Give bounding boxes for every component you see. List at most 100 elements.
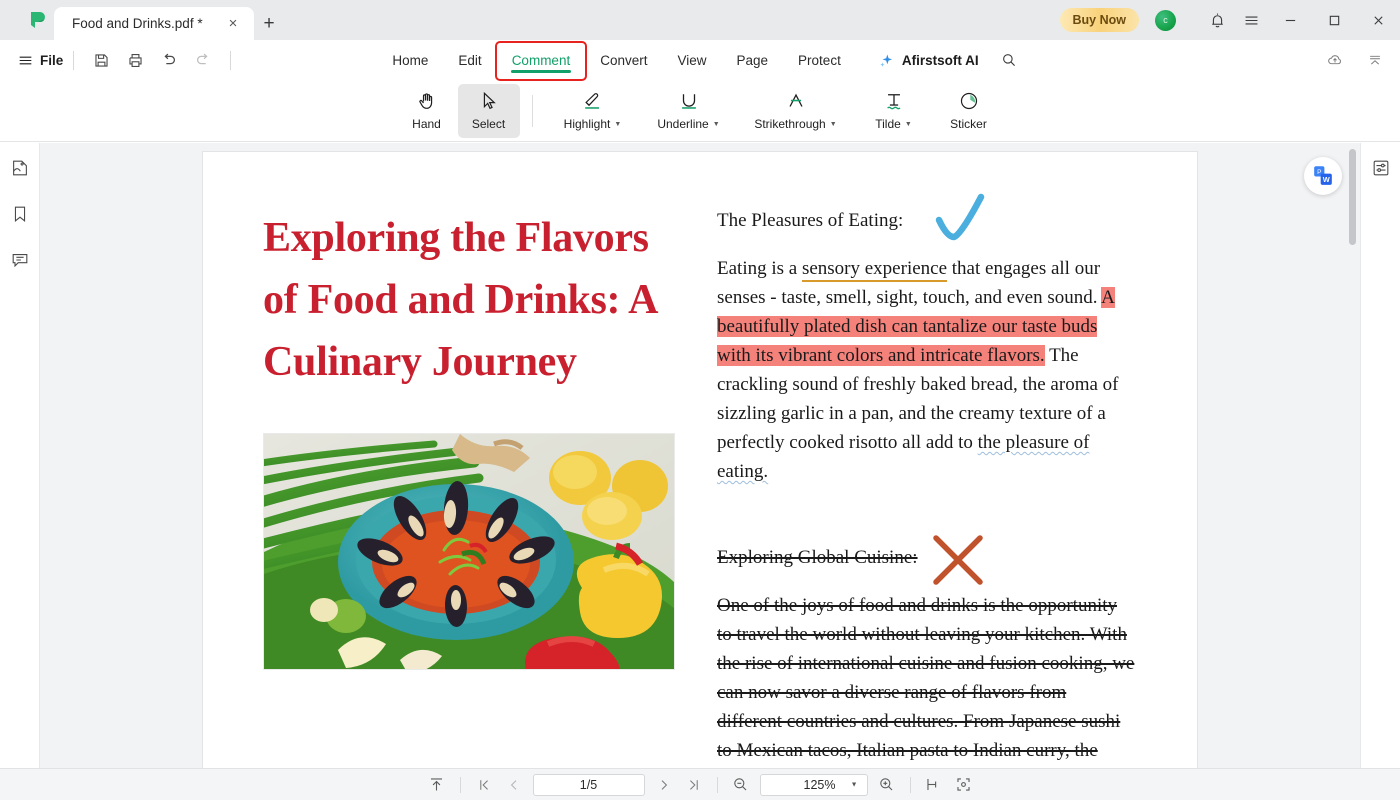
chevron-down-icon[interactable]: ▼ — [839, 781, 858, 788]
section-paragraph-1: Eating is a sensory experience that enga… — [717, 254, 1135, 487]
svg-text:W: W — [1323, 175, 1330, 184]
svg-text:P: P — [1317, 169, 1321, 176]
status-bar: 1/5 125% ▼ — [0, 768, 1400, 800]
fullscreen-button[interactable] — [949, 773, 979, 797]
comment-toolbar: Hand Select Highlight ▼ Underline ▼ Stri… — [0, 80, 1400, 142]
pdf-to-word-icon: P W — [1314, 166, 1332, 185]
page-number-input[interactable]: 1/5 — [532, 773, 645, 796]
collapse-ribbon-icon[interactable] — [1358, 45, 1392, 75]
section-paragraph-2: One of the joys of food and drinks is th… — [717, 594, 1135, 761]
tool-sticker[interactable]: Sticker — [933, 84, 1005, 138]
tab-home[interactable]: Home — [377, 40, 443, 80]
zoom-level-select[interactable]: 125% ▼ — [759, 773, 868, 796]
close-window-button[interactable] — [1356, 0, 1400, 40]
tool-select-label: Select — [471, 117, 506, 131]
menubar-right-controls — [1318, 40, 1392, 80]
fit-width-button[interactable] — [919, 773, 949, 797]
comments-panel-icon[interactable] — [7, 247, 33, 273]
search-icon[interactable] — [995, 45, 1023, 75]
tool-strikethrough[interactable]: Strikethrough ▼ — [737, 84, 855, 138]
tool-sticker-label: Sticker — [950, 117, 987, 131]
window-controls: Buy Now c — [1059, 0, 1400, 40]
divider — [531, 94, 533, 127]
cloud-upload-icon[interactable] — [1318, 45, 1352, 75]
notification-bell-icon[interactable] — [1200, 0, 1234, 40]
section-heading-2: Exploring Global Cuisine: — [717, 547, 918, 568]
close-tab-icon[interactable]: × — [224, 15, 242, 33]
sticker-icon — [960, 92, 977, 110]
afirstsoft-ai-button[interactable]: Afirstsoft AI — [856, 52, 989, 69]
label-text: Strikethrough — [754, 117, 826, 131]
tool-underline-label: Underline ▼ — [657, 117, 719, 131]
zoom-in-button[interactable] — [872, 773, 902, 797]
cursor-icon — [483, 91, 496, 110]
afirstsoft-ai-label: Afirstsoft AI — [901, 52, 979, 68]
document-title: Exploring the Flavors of Food and Drinks… — [263, 215, 656, 386]
section-heading-1: The Pleasures of Eating: — [717, 210, 904, 231]
tool-tilde-label: Tilde ▼ — [875, 117, 912, 131]
bookmarks-panel-icon[interactable] — [7, 201, 33, 227]
title-bar: Food and Drinks.pdf * × + Buy Now c — [0, 0, 1400, 40]
left-sidebar — [0, 143, 40, 768]
para1-part-a: Eating is a — [717, 257, 802, 279]
last-page-button[interactable] — [679, 773, 709, 797]
zoom-out-button[interactable] — [726, 773, 756, 797]
tab-edit[interactable]: Edit — [443, 40, 496, 80]
thumbnails-panel-icon[interactable] — [7, 155, 33, 181]
document-tab[interactable]: Food and Drinks.pdf * × — [54, 7, 254, 40]
label-text: Tilde — [875, 117, 901, 131]
main-menu-icon[interactable] — [1234, 0, 1268, 40]
food-photo — [263, 433, 675, 671]
tab-view[interactable]: View — [662, 40, 721, 80]
first-page-button[interactable] — [469, 773, 499, 797]
tool-select[interactable]: Select — [457, 83, 520, 138]
chevron-down-icon[interactable]: ▼ — [713, 121, 720, 128]
tool-hand[interactable]: Hand — [396, 84, 458, 138]
avatar[interactable]: c — [1155, 9, 1176, 31]
page-right-column: The Pleasures of Eating: Eating is a sen… — [717, 193, 1135, 768]
tab-title: Food and Drinks.pdf * — [72, 16, 203, 31]
buy-now-button[interactable]: Buy Now — [1059, 8, 1139, 32]
maximize-button[interactable] — [1312, 0, 1356, 40]
tilde-icon — [886, 94, 900, 110]
divider — [459, 776, 461, 793]
hand-icon — [418, 93, 432, 109]
scrollbar-thumb[interactable] — [1349, 149, 1356, 245]
tool-hand-label: Hand — [412, 117, 441, 131]
highlight-icon — [584, 93, 599, 109]
divider — [909, 776, 911, 793]
ribbon-tabs: Home Edit Comment Convert View Page Prot… — [0, 40, 1400, 81]
new-tab-icon[interactable]: + — [254, 7, 284, 40]
strikethrough-icon — [788, 93, 803, 107]
chevron-down-icon[interactable]: ▼ — [614, 121, 621, 128]
previous-page-button[interactable] — [499, 773, 529, 797]
tool-underline[interactable]: Underline ▼ — [641, 84, 737, 138]
underline-icon — [681, 94, 696, 109]
tab-protect[interactable]: Protect — [783, 40, 856, 80]
chevron-down-icon[interactable]: ▼ — [830, 121, 837, 128]
app-logo-icon — [22, 0, 54, 40]
section-2: Exploring Global Cuisine: One of the joy… — [717, 535, 1135, 768]
divider — [716, 776, 718, 793]
underlined-annotation: sensory experience — [801, 257, 948, 282]
scroll-to-top-icon[interactable] — [422, 773, 452, 797]
chevron-down-icon[interactable]: ▼ — [905, 121, 912, 128]
vertical-scrollbar[interactable] — [1349, 149, 1356, 751]
tool-tilde[interactable]: Tilde ▼ — [855, 84, 933, 138]
tab-comment[interactable]: Comment — [494, 40, 588, 81]
document-canvas[interactable]: P W Exploring the Flavors of Food and Dr… — [40, 143, 1360, 768]
label-text: Underline — [657, 117, 709, 131]
page-left-column: Exploring the Flavors of Food and Drinks… — [263, 207, 675, 768]
sparkle-icon — [880, 54, 892, 67]
tab-convert[interactable]: Convert — [585, 40, 662, 80]
menu-bar: File Home Edit Comment Convert View Page… — [0, 40, 1400, 81]
properties-panel-icon[interactable] — [1368, 155, 1394, 181]
tool-highlight[interactable]: Highlight ▼ — [545, 84, 641, 138]
next-page-button[interactable] — [649, 773, 679, 797]
tab-page[interactable]: Page — [722, 40, 784, 80]
workspace: P W Exploring the Flavors of Food and Dr… — [0, 143, 1400, 768]
minimize-button[interactable] — [1268, 0, 1312, 40]
pdf-page[interactable]: Exploring the Flavors of Food and Drinks… — [203, 152, 1197, 768]
pdf-to-word-button[interactable]: P W — [1304, 157, 1342, 195]
label-text: Highlight — [563, 117, 611, 131]
